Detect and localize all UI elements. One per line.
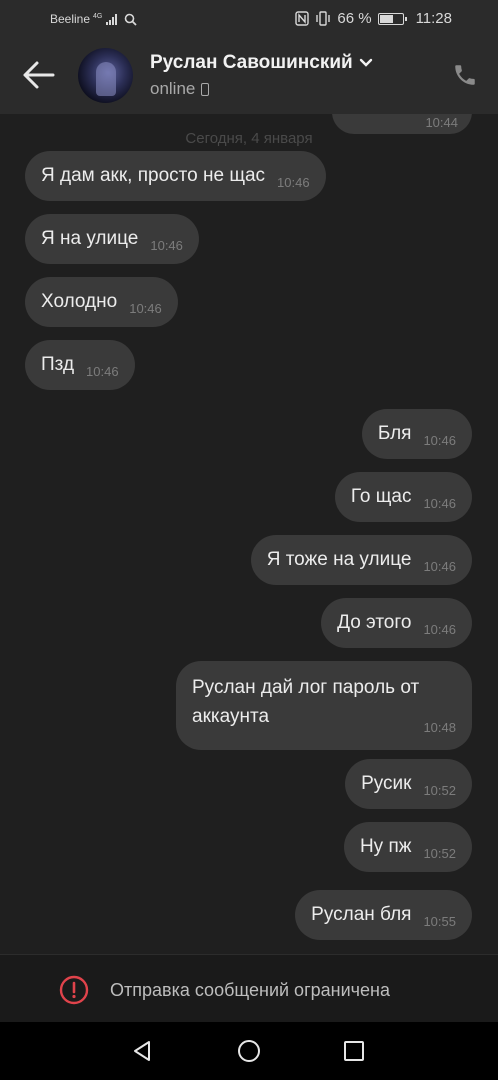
message-time: 10:46 bbox=[423, 621, 456, 637]
message-bubble-incoming[interactable]: Я дам акк, просто не щас 10:46 bbox=[25, 151, 326, 201]
network-type: 4G bbox=[93, 13, 103, 20]
message-list[interactable]: 10:44 Сегодня, 4 января Я дам акк, прост… bbox=[0, 114, 498, 952]
contact-name: Руслан Савошинский bbox=[150, 52, 353, 73]
contact-name-button[interactable]: Руслан Савошинский bbox=[150, 52, 373, 74]
date-separator: Сегодня, 4 января bbox=[185, 130, 313, 147]
avatar[interactable] bbox=[78, 48, 133, 103]
message-time: 10:46 bbox=[423, 495, 456, 511]
home-circle-icon[interactable] bbox=[237, 1039, 261, 1063]
chat-header: Руслан Савошинский online bbox=[0, 36, 498, 114]
message-text: Ну пж bbox=[359, 836, 412, 857]
message-time: 10:44 bbox=[425, 115, 458, 130]
message-time: 10:46 bbox=[150, 237, 183, 253]
battery-fill bbox=[379, 14, 394, 23]
message-bubble-outgoing[interactable]: Руслан дай лог пароль от аккаунта 10:48 bbox=[176, 661, 472, 750]
phone-call-icon[interactable] bbox=[452, 62, 478, 88]
chevron-down-icon bbox=[359, 58, 372, 67]
message-time: 10:52 bbox=[423, 845, 456, 861]
battery-icon bbox=[377, 12, 407, 25]
message-time: 10:55 bbox=[423, 913, 456, 929]
message-text: Бля bbox=[377, 423, 412, 444]
status-bar: Beeline 4G 66 % 11:28 bbox=[0, 0, 498, 36]
message-text: Я дам акк, просто не щас bbox=[41, 165, 266, 186]
message-bubble-incoming[interactable]: Я на улице 10:46 bbox=[25, 214, 199, 264]
message-bubble-outgoing[interactable]: Го щас 10:46 bbox=[334, 472, 472, 522]
back-arrow-icon[interactable] bbox=[22, 60, 56, 90]
carrier-label: Beeline bbox=[50, 12, 91, 26]
contact-status: online bbox=[150, 79, 210, 99]
message-bubble-outgoing[interactable]: Ну пж 10:52 bbox=[343, 822, 472, 872]
message-text: Я тоже на улице bbox=[266, 549, 412, 570]
avatar-figure bbox=[96, 62, 116, 96]
restriction-text: Отправка сообщений ограничена bbox=[110, 980, 390, 1000]
warning-circle-icon bbox=[59, 975, 89, 1005]
message-bubble-outgoing[interactable]: Я тоже на улице 10:46 bbox=[250, 535, 472, 585]
message-bubble-outgoing[interactable]: Русик 10:52 bbox=[345, 759, 472, 809]
message-text: Я на улице bbox=[41, 228, 139, 249]
messaging-restricted-banner: Отправка сообщений ограничена bbox=[0, 954, 498, 1022]
status-bar-left: Beeline 4G bbox=[50, 12, 138, 26]
message-text: Го щас bbox=[350, 486, 412, 507]
message-time: 10:46 bbox=[86, 363, 119, 379]
recents-square-icon[interactable] bbox=[342, 1039, 366, 1063]
signal-icon bbox=[106, 13, 118, 25]
search-icon bbox=[125, 13, 138, 26]
message-bubble-incoming[interactable]: Пзд 10:46 bbox=[25, 340, 135, 390]
message-bubble-outgoing[interactable]: Руслан бля 10:55 bbox=[295, 890, 472, 940]
message-time: 10:46 bbox=[129, 300, 162, 316]
status-bar-right: 66 % 11:28 bbox=[295, 10, 452, 27]
message-text: Холодно bbox=[41, 291, 118, 312]
message-text: Пзд bbox=[41, 354, 75, 375]
message-text: Руслан дай лог пароль от аккаунта bbox=[192, 677, 420, 727]
message-time: 10:52 bbox=[423, 782, 456, 798]
message-time: 10:46 bbox=[423, 432, 456, 448]
vibrate-icon bbox=[316, 11, 331, 26]
message-time: 10:48 bbox=[423, 720, 456, 735]
nfc-icon bbox=[295, 11, 310, 26]
message-text: До этого bbox=[337, 612, 412, 633]
back-triangle-icon[interactable] bbox=[130, 1039, 154, 1063]
battery-percent: 66 % bbox=[337, 10, 372, 27]
message-bubble-outgoing[interactable]: До этого 10:46 bbox=[321, 598, 472, 648]
message-text: Руслан бля bbox=[311, 904, 412, 925]
mobile-device-icon bbox=[201, 82, 210, 96]
message-text: Русик bbox=[361, 773, 412, 794]
message-bubble-outgoing[interactable]: Бля 10:46 bbox=[361, 409, 472, 459]
system-navigation-bar bbox=[0, 1022, 498, 1080]
message-time: 10:46 bbox=[277, 174, 310, 190]
message-bubble-incoming[interactable]: Холодно 10:46 bbox=[25, 277, 178, 327]
status-text: online bbox=[150, 79, 196, 98]
message-time: 10:46 bbox=[423, 558, 456, 574]
clock: 11:28 bbox=[415, 10, 452, 27]
